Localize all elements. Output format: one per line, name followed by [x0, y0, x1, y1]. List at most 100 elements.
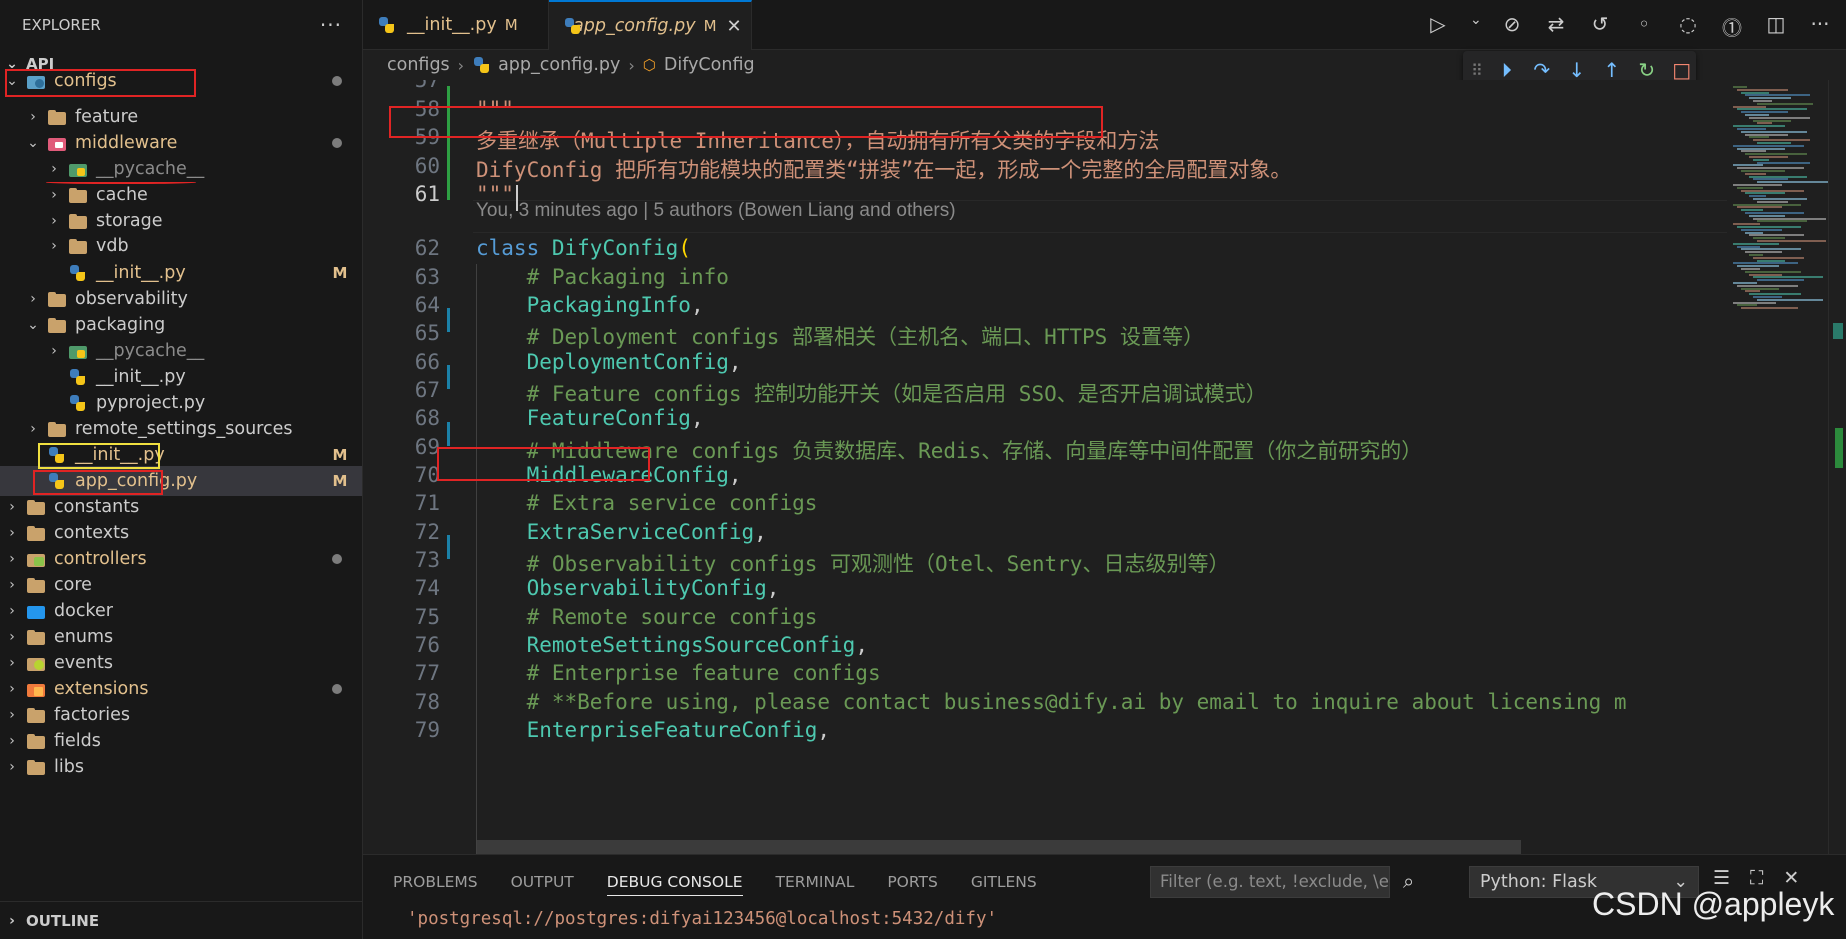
- code-line[interactable]: # Feature configs 控制功能开关（如是否启用 SSO、是否开启调…: [476, 378, 1267, 408]
- class-symbol-icon: ⬡: [642, 56, 656, 74]
- outline-section-header[interactable]: › OUTLINE: [0, 901, 362, 939]
- tab-debug-console[interactable]: DEBUG CONSOLE: [606, 873, 743, 896]
- minimap-line: [1733, 125, 1785, 128]
- base-class-token: ExtraServiceConfig: [526, 520, 755, 544]
- code-line[interactable]: # Packaging info: [476, 265, 729, 289]
- minimap-line: [1737, 206, 1782, 209]
- tree-item-label: pyproject.py: [96, 393, 206, 413]
- docker-folder-icon: [26, 603, 46, 619]
- minimap-line: [1745, 153, 1807, 156]
- tree-folder-libs[interactable]: › libs: [0, 752, 362, 782]
- chevron-right-icon: ›: [457, 55, 465, 75]
- breadcrumb-file[interactable]: app_config.py: [498, 55, 620, 75]
- gitlens-icon[interactable]: ⓵: [1720, 12, 1744, 41]
- folder-icon: [26, 577, 46, 593]
- comma-token: ,: [690, 406, 704, 430]
- tree-item-label: packaging: [75, 315, 166, 335]
- indent-guide: [476, 264, 477, 854]
- vertical-scrollbar[interactable]: [1828, 80, 1846, 854]
- code-line[interactable]: RemoteSettingsSourceConfig,: [476, 633, 868, 657]
- compare-changes-icon[interactable]: ⇄: [1544, 12, 1568, 41]
- tab-gitlens[interactable]: GITLENS: [971, 873, 1037, 896]
- breadcrumb-folder[interactable]: configs: [387, 55, 450, 75]
- comma-token: ,: [728, 350, 742, 374]
- panel-tabs: PROBLEMS OUTPUT DEBUG CONSOLE TERMINAL PORTS…: [393, 873, 1037, 896]
- close-icon[interactable]: ✕: [727, 16, 742, 37]
- minimap-line: [1737, 226, 1801, 228]
- code-line[interactable]: # **Before using, please contact busines…: [476, 690, 1627, 714]
- tree-item-label: __pycache__: [96, 341, 205, 361]
- tree-folder-vdb[interactable]: › vdb: [0, 231, 362, 261]
- code-line[interactable]: DifyConfig 把所有功能模块的配置类“拼装”在一起，形成一个完整的全局配…: [476, 154, 1291, 184]
- minimap-line: [1757, 240, 1826, 242]
- comment-token: # Packaging info: [526, 265, 729, 289]
- code-line[interactable]: # Enterprise feature configs: [476, 661, 881, 685]
- tab-app-config-py[interactable]: app_config.py M ✕: [549, 0, 752, 50]
- chevron-right-icon: ›: [30, 109, 36, 125]
- code-line[interactable]: ObservabilityConfig,: [476, 576, 780, 600]
- git-change-marker[interactable]: [447, 535, 450, 559]
- breadcrumb-symbol[interactable]: DifyConfig: [664, 55, 755, 75]
- step-out-icon[interactable]: ↑: [1601, 58, 1623, 82]
- python-file-icon: [68, 369, 88, 385]
- annotation-box: [33, 470, 163, 495]
- more-actions-icon[interactable]: ···: [1808, 12, 1832, 41]
- git-change-marker[interactable]: [447, 422, 450, 446]
- go-back-icon[interactable]: ↺: [1588, 12, 1612, 41]
- tab-output[interactable]: OUTPUT: [511, 873, 574, 896]
- base-class-token: ObservabilityConfig: [526, 576, 767, 600]
- continue-icon[interactable]: ⏵: [1496, 58, 1518, 82]
- tree-item-label: libs: [54, 757, 84, 777]
- code-line[interactable]: class DifyConfig(: [476, 236, 691, 260]
- modified-badge: M: [703, 17, 717, 35]
- run-icon[interactable]: ▷: [1426, 12, 1450, 41]
- drag-handle-icon[interactable]: ⠿: [1471, 61, 1483, 80]
- split-editor-icon[interactable]: ◫: [1764, 12, 1788, 41]
- python-file-icon: [68, 395, 88, 411]
- step-into-icon[interactable]: ↓: [1566, 58, 1588, 82]
- tab-label: __init__.py: [407, 15, 497, 35]
- minimap-line: [1753, 119, 1791, 122]
- code-line[interactable]: EnterpriseFeatureConfig,: [476, 718, 830, 742]
- minimap-line: [1737, 147, 1785, 150]
- horizontal-scrollbar[interactable]: [476, 840, 1521, 854]
- annotation-box: [5, 69, 196, 97]
- watermark: CSDN @appleyk: [1592, 886, 1835, 922]
- code-line[interactable]: ExtraServiceConfig,: [476, 520, 767, 544]
- stop-icon[interactable]: □: [1671, 58, 1693, 82]
- gitlens-blame-annotation[interactable]: You, 3 minutes ago | 5 authors (Bowen Li…: [476, 200, 956, 222]
- comma-token: ,: [728, 463, 742, 487]
- code-line[interactable]: DeploymentConfig,: [476, 350, 742, 374]
- code-line[interactable]: # Observability configs 可观测性（Otel、Sentry…: [476, 548, 1230, 578]
- minimap-line: [1757, 142, 1791, 144]
- tab-terminal[interactable]: TERMINAL: [776, 873, 855, 896]
- minimap-line: [1741, 91, 1769, 94]
- console-filter-input[interactable]: Filter (e.g. text, !exclude, \esca...: [1150, 866, 1390, 898]
- code-line[interactable]: # Remote source configs: [476, 605, 818, 629]
- git-change-marker[interactable]: [447, 86, 450, 200]
- next-change-icon[interactable]: ◌: [1676, 12, 1700, 41]
- run-dropdown-icon[interactable]: ⌄: [1470, 12, 1482, 41]
- restart-icon[interactable]: ↻: [1636, 58, 1658, 82]
- code-line[interactable]: PackagingInfo,: [476, 293, 704, 317]
- code-line[interactable]: FeatureConfig,: [476, 406, 704, 430]
- step-over-icon[interactable]: ↷: [1531, 58, 1553, 82]
- previous-change-icon[interactable]: ◦: [1632, 12, 1656, 41]
- git-change-marker[interactable]: [447, 365, 450, 389]
- minimap-line: [1753, 100, 1772, 102]
- toggle-breakpoints-icon[interactable]: ⊘: [1500, 12, 1524, 41]
- minimap-line: [1737, 304, 1757, 307]
- code-line[interactable]: # Deployment configs 部署相关（主机名、端口、HTTPS 设…: [476, 321, 1204, 351]
- annotation-box: [437, 447, 650, 481]
- code-line[interactable]: # Extra service configs: [476, 491, 818, 515]
- git-change-marker[interactable]: [447, 308, 450, 332]
- search-icon[interactable]: ⌕: [1403, 869, 1414, 893]
- minimap-line: [1757, 181, 1828, 184]
- tab-ports[interactable]: PORTS: [887, 873, 938, 896]
- minimap[interactable]: [1727, 80, 1828, 854]
- more-actions-icon[interactable]: ···: [320, 13, 342, 37]
- tab-init-py[interactable]: __init__.py M: [363, 0, 549, 50]
- tab-problems[interactable]: PROBLEMS: [393, 873, 478, 896]
- breadcrumb: configs › app_config.py › ⬡ DifyConfig: [387, 50, 755, 80]
- comma-token: ,: [817, 718, 831, 742]
